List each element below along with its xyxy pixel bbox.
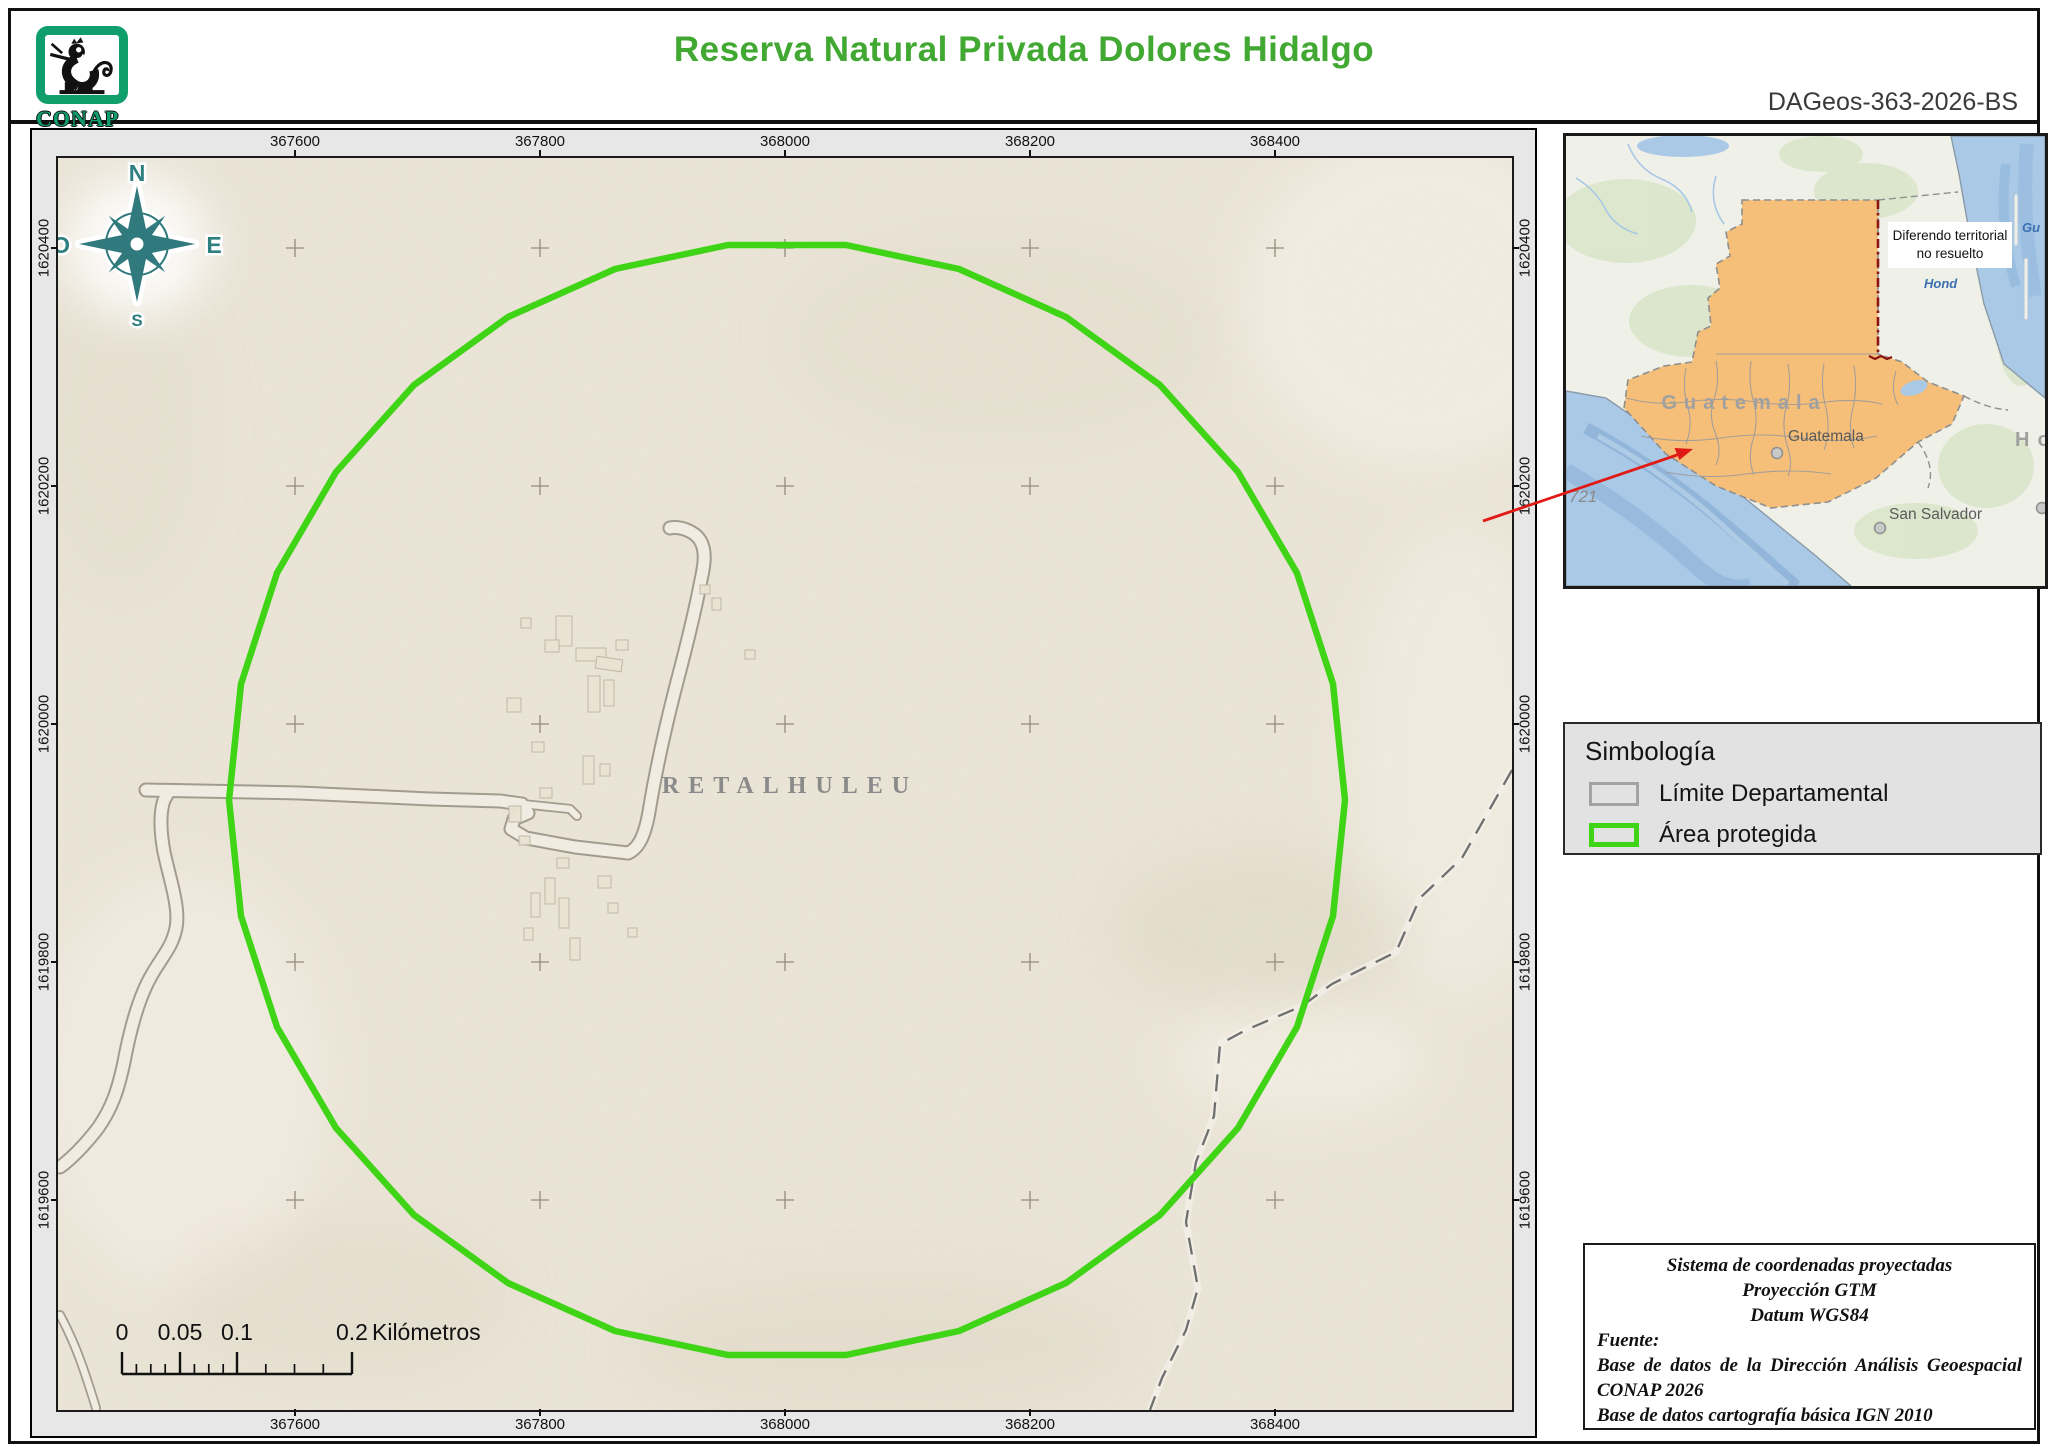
legend-item-label: Límite Departamental <box>1659 780 1888 808</box>
header-divider <box>8 120 2040 124</box>
grid-label-y-right: 1620400 <box>1517 219 1534 277</box>
legend-item-protected-area: Área protegida <box>1589 821 2040 849</box>
inset-capital-label: Guatemala <box>1788 428 1864 445</box>
grid-label-y-left: 1620000 <box>36 695 53 753</box>
grid-label-y-left: 1619600 <box>36 1171 53 1229</box>
locator-inset-canvas: Guatemala Guatemala San Salvador Ho Hond… <box>1566 136 2045 586</box>
grid-label-x-bottom: 367800 <box>515 1416 565 1433</box>
projection-line: Sistema de coordenadas proyectadas <box>1597 1253 2022 1278</box>
grid-label-x-bottom: 368000 <box>760 1416 810 1433</box>
main-map: RETALHULEU N O E S <box>56 156 1514 1412</box>
projection-line: Datum WGS84 <box>1597 1303 2022 1328</box>
inset-country-label: Guatemala <box>1661 392 1826 414</box>
legend-item-label: Área protegida <box>1659 821 1816 849</box>
document-id: DAGeos-363-2026-BS <box>1768 88 2018 117</box>
grid-label-x-top: 368000 <box>760 133 810 150</box>
scale-tick-label-005: 0.05 <box>158 1319 203 1345</box>
compass-east-label: E <box>206 232 221 258</box>
inset-basemap-label-fragment: 721 <box>1569 487 1597 506</box>
conap-logo: CONAP <box>36 26 146 132</box>
territorial-dispute-note: Diferendo territorial no resuelto <box>1888 222 2012 268</box>
locator-inset-map: Guatemala Guatemala San Salvador Ho Hond… <box>1563 133 2048 589</box>
scale-tick-label-01: 0.1 <box>221 1319 253 1345</box>
inset-san-salvador-label: San Salvador <box>1889 506 1982 523</box>
monkey-icon <box>45 35 119 95</box>
scale-tick-label-0: 0 <box>116 1319 129 1345</box>
inset-sea-label-fragment: Hond <box>1924 276 1958 291</box>
compass-west-label: O <box>58 232 70 258</box>
grid-label-y-left: 1619800 <box>36 933 53 991</box>
grid-label-y-right: 1619600 <box>1517 1171 1534 1229</box>
inset-honduras-label-fragment: Ho <box>2015 429 2045 451</box>
grid-label-y-right: 1619800 <box>1517 933 1534 991</box>
grid-label-y-left: 1620400 <box>36 219 53 277</box>
protected-area-swatch <box>1589 823 1639 847</box>
map-sheet: Reserva Natural Privada Dolores Hidalgo … <box>0 0 2048 1452</box>
scale-unit-label: Kilómetros <box>372 1319 481 1345</box>
legend-item-departmental-limit: Límite Departamental <box>1589 780 2040 808</box>
scale-tick-label-02: 0.2 <box>336 1319 368 1345</box>
grid-label-x-top: 368200 <box>1005 133 1055 150</box>
source-line: Base de datos de la Dirección Análisis G… <box>1597 1353 2022 1403</box>
departmental-limit-swatch <box>1589 782 1639 806</box>
grid-label-x-top: 368400 <box>1250 133 1300 150</box>
compass-south-label: S <box>131 311 142 330</box>
inset-lake <box>1637 136 1729 157</box>
inset-sea-label-fragment2: Gu <box>2022 220 2040 235</box>
conap-logo-emblem <box>36 26 128 104</box>
grid-label-x-bottom: 367600 <box>270 1416 320 1433</box>
source-heading: Fuente: <box>1597 1328 2022 1353</box>
legend-title: Simbología <box>1585 736 2040 767</box>
place-label: RETALHULEU <box>662 773 918 799</box>
compass-north-label: N <box>129 160 146 186</box>
grid-label-y-left: 1620200 <box>36 457 53 515</box>
san-salvador-dot <box>1875 523 1886 534</box>
grid-label-x-bottom: 368200 <box>1005 1416 1055 1433</box>
grid-label-y-right: 1620000 <box>1517 695 1534 753</box>
legend: Simbología Límite Departamental Área pro… <box>1563 722 2042 855</box>
grid-label-x-top: 367800 <box>515 133 565 150</box>
guatemala-city-dot <box>1772 448 1783 459</box>
credits-box: Sistema de coordenadas proyectadas Proye… <box>1583 1243 2036 1430</box>
projection-line: Proyección GTM <box>1597 1278 2022 1303</box>
main-map-canvas: RETALHULEU N O E S <box>58 158 1512 1410</box>
grid-label-y-right: 1620200 <box>1517 457 1534 515</box>
grid-label-x-top: 367600 <box>270 133 320 150</box>
page-title: Reserva Natural Privada Dolores Hidalgo <box>0 30 2048 70</box>
source-line: Base de datos cartografía básica IGN 201… <box>1597 1403 2022 1428</box>
grid-label-x-bottom: 368400 <box>1250 1416 1300 1433</box>
